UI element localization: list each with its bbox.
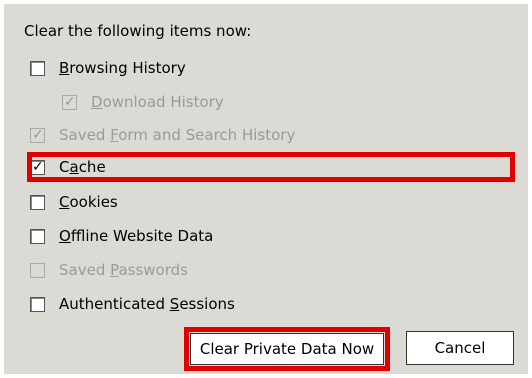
checkbox-authenticated-sessions[interactable]: [30, 296, 45, 312]
clear-private-data-now-button[interactable]: Clear Private Data Now: [190, 333, 384, 365]
option-download-history: ✓ Download History: [62, 90, 224, 114]
check-mark-icon: ✓: [64, 93, 76, 110]
option-saved-passwords: Saved Passwords: [30, 258, 188, 282]
clear-private-data-dialog: Clear the following items now: Browsing …: [4, 4, 528, 374]
check-mark-icon: ✓: [32, 126, 44, 143]
label-saved-form-history: Saved Form and Search History: [59, 126, 295, 144]
label-rest: essions: [179, 295, 235, 313]
option-authenticated-sessions[interactable]: Authenticated Sessions: [30, 292, 235, 316]
cancel-button[interactable]: Cancel: [406, 331, 514, 365]
label-offline-website-data: Offline Website Data: [59, 227, 213, 245]
dialog-heading: Clear the following items now:: [24, 22, 252, 40]
option-cookies[interactable]: Cookies: [30, 190, 118, 214]
label-part: Authenticated: [59, 295, 170, 313]
checkbox-cookies[interactable]: [30, 194, 45, 210]
label-saved-passwords: Saved Passwords: [59, 261, 188, 279]
label-part: Saved: [59, 126, 111, 144]
option-browsing-history[interactable]: Browsing History: [30, 56, 186, 80]
access-key: O: [59, 227, 71, 245]
label-cookies: Cookies: [59, 193, 118, 211]
label-rest: ookies: [69, 193, 118, 211]
access-key: F: [110, 126, 119, 144]
option-offline-website-data[interactable]: Offline Website Data: [30, 224, 213, 248]
label-browsing-history: Browsing History: [59, 59, 186, 77]
label-download-history: Download History: [91, 93, 224, 111]
access-key: S: [169, 295, 180, 313]
label-rest: orm and Search History: [118, 126, 296, 144]
label-part: Saved: [59, 261, 111, 279]
checkbox-saved-passwords: [30, 262, 45, 278]
checkbox-download-history: ✓: [62, 93, 77, 110]
label-rest: asswords: [118, 261, 188, 279]
access-key: C: [59, 193, 70, 211]
cache-highlight-box: [27, 152, 515, 182]
checkbox-browsing-history[interactable]: [30, 60, 45, 76]
label-rest: ffline Website Data: [70, 227, 214, 245]
access-key: D: [91, 93, 103, 111]
label-rest: ownload History: [102, 93, 224, 111]
option-saved-form-history: ✓ Saved Form and Search History: [30, 123, 295, 147]
label-authenticated-sessions: Authenticated Sessions: [59, 295, 235, 313]
label-rest: rowsing History: [69, 59, 186, 77]
checkbox-saved-form-history: ✓: [30, 126, 45, 143]
access-key: B: [59, 59, 70, 77]
checkbox-offline-website-data[interactable]: [30, 228, 45, 244]
